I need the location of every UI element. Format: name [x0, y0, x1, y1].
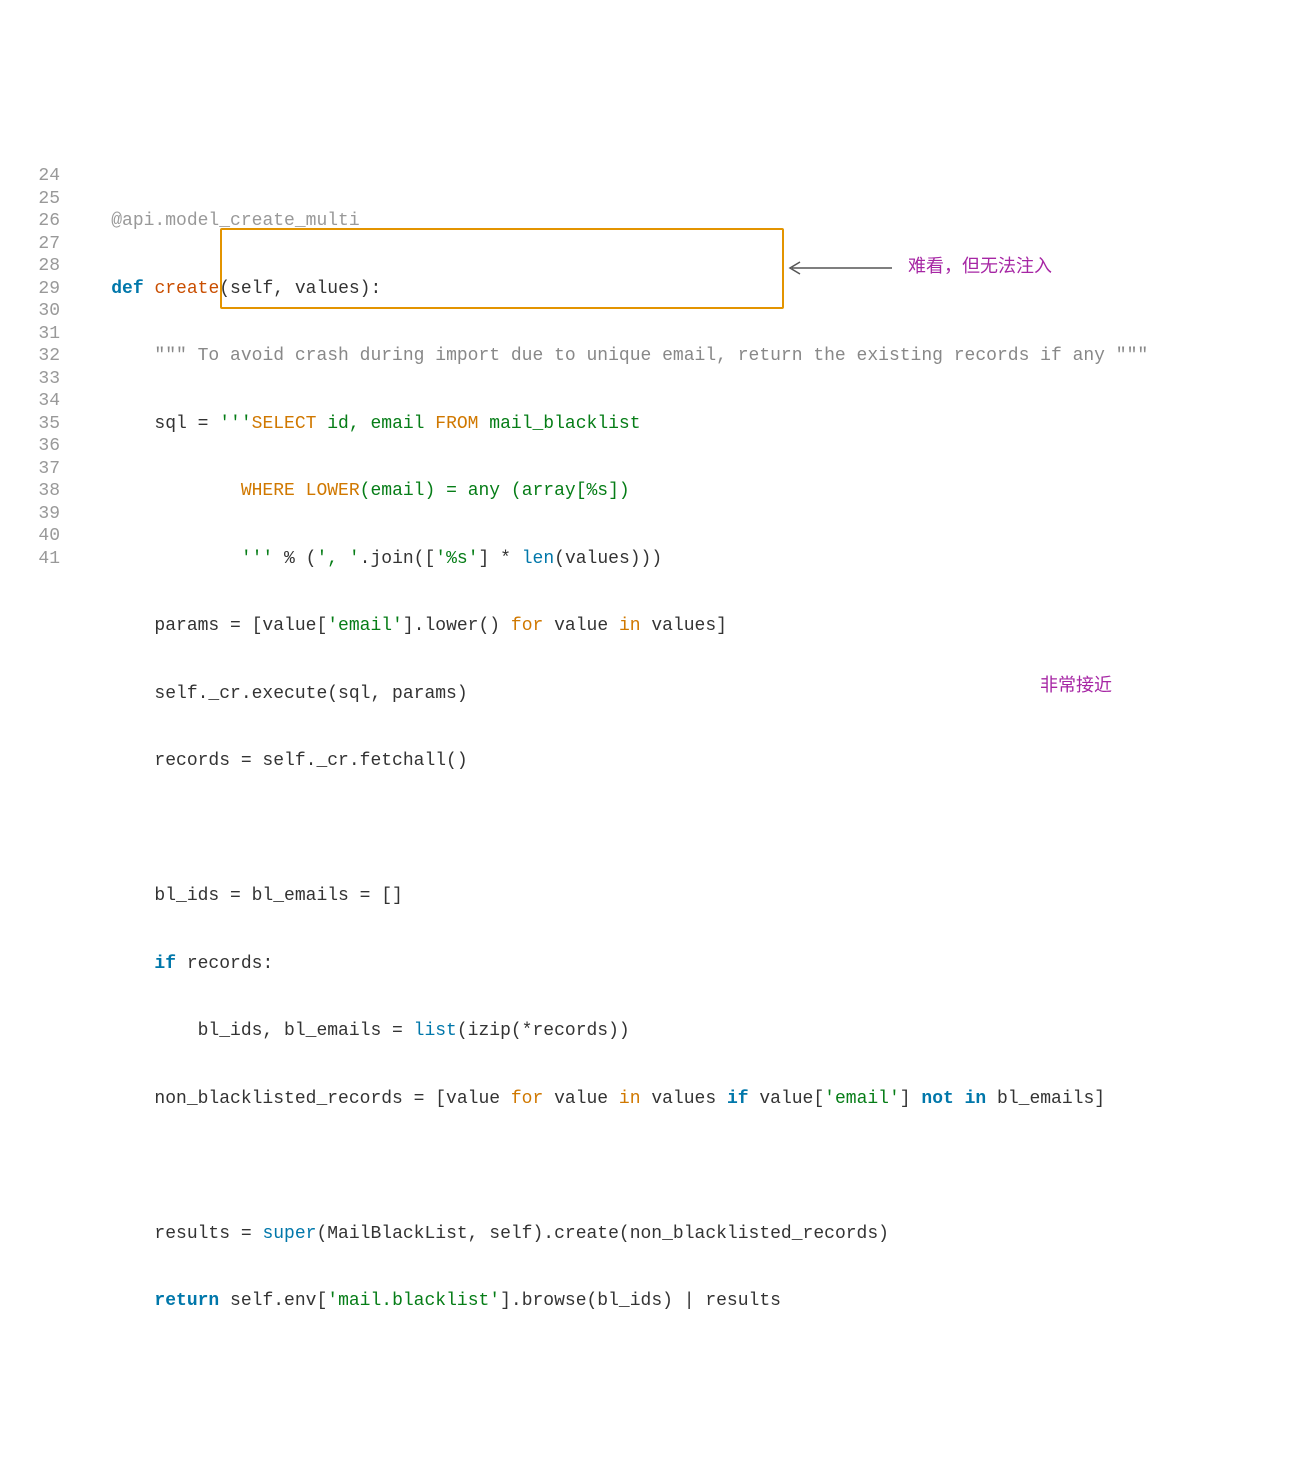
code-line: def create(self, values):	[68, 278, 1306, 301]
code-line: @api.model_create_multi	[68, 210, 1306, 233]
code-line: return self.env['mail.blacklist'].browse…	[68, 1290, 1306, 1313]
code-line: sql = '''SELECT id, email FROM mail_blac…	[68, 413, 1306, 436]
line-number-gutter: 24 25 26 27 28 29 30 31 32 33 34 35 36 3…	[0, 165, 68, 1480]
line-number: 27	[0, 233, 60, 256]
line-number: 38	[0, 480, 60, 503]
annotation-side: 难看，但无法注入	[908, 255, 1052, 278]
code-line: results = super(MailBlackList, self).cre…	[68, 1223, 1306, 1246]
line-number: 34	[0, 390, 60, 413]
line-number: 25	[0, 188, 60, 211]
code-line: self._cr.execute(sql, params)	[68, 683, 1306, 706]
line-number: 31	[0, 323, 60, 346]
line-number: 28	[0, 255, 60, 278]
line-number: 32	[0, 345, 60, 368]
code-line	[68, 1155, 1306, 1178]
arrow-icon	[782, 258, 902, 278]
line-number: 37	[0, 458, 60, 481]
line-number: 26	[0, 210, 60, 233]
code-line	[68, 818, 1306, 841]
code-line: records = self._cr.fetchall()	[68, 750, 1306, 773]
code-line: non_blacklisted_records = [value for val…	[68, 1088, 1306, 1111]
line-number: 24	[0, 165, 60, 188]
code-line: if records:	[68, 953, 1306, 976]
code-line: """ To avoid crash during import due to …	[68, 345, 1306, 368]
line-number: 41	[0, 548, 60, 571]
code-line	[68, 1358, 1306, 1381]
line-number: 39	[0, 503, 60, 526]
annotation-footer: 非常接近	[1040, 674, 1112, 697]
line-number: 36	[0, 435, 60, 458]
line-number: 29	[0, 278, 60, 301]
code-area: 24 25 26 27 28 29 30 31 32 33 34 35 36 3…	[0, 165, 1306, 1480]
line-number: 30	[0, 300, 60, 323]
code-line: ''' % (', '.join(['%s'] * len(values)))	[68, 548, 1306, 571]
line-number: 40	[0, 525, 60, 548]
code-line: bl_ids, bl_emails = list(izip(*records))	[68, 1020, 1306, 1043]
code-line: WHERE LOWER(email) = any (array[%s])	[68, 480, 1306, 503]
code-content: @api.model_create_multi def create(self,…	[68, 165, 1306, 1480]
code-line: params = [value['email'].lower() for val…	[68, 615, 1306, 638]
line-number: 35	[0, 413, 60, 436]
code-line: bl_ids = bl_emails = []	[68, 885, 1306, 908]
line-number: 33	[0, 368, 60, 391]
